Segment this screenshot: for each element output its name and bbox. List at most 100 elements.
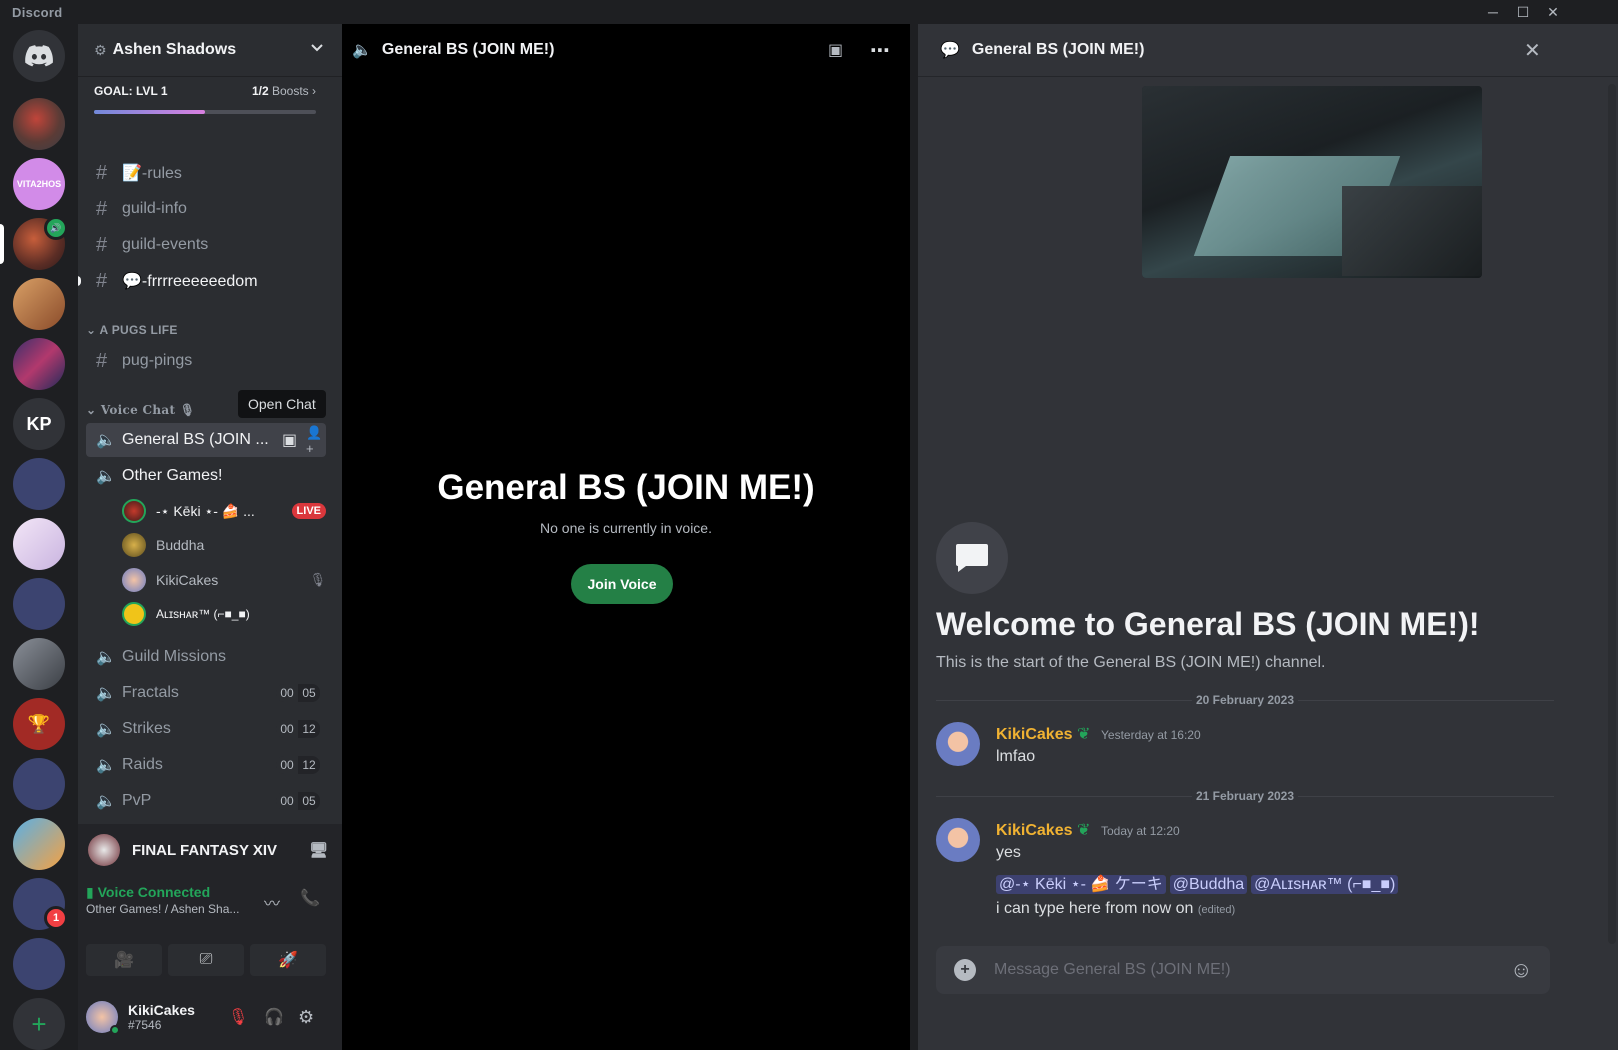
chat-scrollbar[interactable]: [1608, 84, 1616, 944]
popout-icon[interactable]: ▣: [828, 40, 843, 60]
speaker-icon: 🔈: [96, 468, 116, 485]
channel-pug-pings[interactable]: # pug-pings: [86, 344, 334, 378]
server-icon-torii[interactable]: [13, 278, 65, 330]
camera-button[interactable]: 🎥: [86, 944, 162, 976]
channel-freedom[interactable]: # 💬-frrrreeeeeedom: [86, 264, 334, 298]
server-icon-fox[interactable]: [13, 818, 65, 870]
voice-channel-general[interactable]: 🔈 General BS (JOIN ... ▣ 👤+: [86, 423, 326, 457]
message-input[interactable]: [994, 946, 1494, 994]
server-icon-vita[interactable]: VITA2HOS: [13, 158, 65, 210]
voice-channel-fractals[interactable]: 🔈 Fractals 00 05: [86, 676, 334, 710]
activity-bar[interactable]: FINAL FANTASY XIV 🖥: [78, 824, 342, 876]
user-limit-counter: 00 12: [276, 756, 320, 774]
voice-panel: ▮ Voice Connected Other Games! / Ashen S…: [78, 876, 342, 1050]
disconnect-icon[interactable]: 📞: [300, 888, 320, 908]
chat-header: 💬 General BS (JOIN ME!) ✕: [918, 24, 1618, 76]
server-icon-bottle[interactable]: [13, 638, 65, 690]
maximize-button[interactable]: ☐: [1508, 2, 1538, 22]
message-text: i can type here from now on (edited): [996, 900, 1235, 918]
mute-icon[interactable]: 🎙: [228, 1007, 248, 1027]
mention-buddha[interactable]: @Buddha: [1169, 875, 1248, 894]
server-vita-label: VITA2HOS: [16, 179, 62, 189]
close-icon[interactable]: ✕: [1524, 38, 1541, 63]
welcome-title: Welcome to General BS (JOIN ME!)!: [936, 606, 1480, 642]
voice-channel-general-label: General BS (JOIN ...: [122, 431, 269, 448]
join-voice-button[interactable]: Join Voice: [571, 564, 673, 604]
voice-status[interactable]: ▮ Voice Connected: [86, 884, 210, 901]
close-window-button[interactable]: ✕: [1538, 2, 1568, 22]
mention-alishar[interactable]: @Aʟɪsʜᴀʀ™ (⌐■_■): [1251, 875, 1399, 894]
channel-guild-info[interactable]: # guild-info: [86, 192, 334, 226]
stage-header: 🔈 General BS (JOIN ME!) ▣ ⋯: [342, 24, 910, 76]
voice-channel-strikes[interactable]: 🔈 Strikes 00 12: [86, 712, 334, 746]
voice-channel-guild-missions[interactable]: 🔈 Guild Missions: [86, 640, 334, 674]
voice-user-kikicakes-label: KikiCakes: [156, 572, 219, 588]
headphones-icon[interactable]: 🎧: [264, 1007, 284, 1027]
more-options-icon[interactable]: ⋯: [870, 38, 890, 63]
invite-user-icon[interactable]: 👤+: [306, 425, 326, 456]
speaker-icon: 🔈: [96, 721, 116, 738]
welcome-chat-icon: [936, 522, 1008, 594]
channel-guild-info-label: guild-info: [122, 200, 187, 217]
counter-limit: 05: [298, 684, 320, 702]
category-voice-chat[interactable]: ⌄ Voice Chat 🎙: [86, 403, 195, 417]
rocket-icon: 🚀: [278, 952, 298, 969]
server-icon-red-mask[interactable]: [13, 98, 65, 150]
welcome-subtitle: This is the start of the General BS (JOI…: [936, 654, 1326, 671]
add-attachment-icon[interactable]: +: [954, 959, 976, 981]
message-avatar[interactable]: [936, 722, 980, 766]
activities-button[interactable]: 🚀: [250, 944, 326, 976]
message-timestamp: Yesterday at 16:20: [1101, 728, 1201, 742]
minimize-button[interactable]: ─: [1478, 2, 1508, 22]
server-name: Ashen Shadows: [112, 41, 237, 58]
server-folder-5[interactable]: [13, 938, 65, 990]
server-settings-icon: ⚙: [94, 41, 107, 58]
server-icon-kp[interactable]: KP: [13, 398, 65, 450]
counter-current: 00: [276, 756, 298, 774]
boost-progress-bar: [94, 110, 316, 114]
speaker-icon: 🔈: [96, 793, 116, 810]
server-icon-city[interactable]: [13, 338, 65, 390]
server-icon-anime[interactable]: [13, 518, 65, 570]
message-author-label: KikiCakes: [996, 822, 1073, 839]
server-header[interactable]: ⚙ Ashen Shadows: [78, 24, 342, 76]
voice-channel-other-games[interactable]: 🔈 Other Games!: [86, 459, 334, 493]
server-icon-trophy[interactable]: 🏆: [13, 698, 65, 750]
server-folder-3[interactable]: [13, 758, 65, 810]
discord-home-icon[interactable]: [13, 30, 65, 82]
message-text: yes: [996, 844, 1021, 861]
emoji-icon[interactable]: ☺: [1510, 957, 1532, 983]
gear-icon[interactable]: ⚙: [298, 1007, 314, 1028]
date-divider-label: 21 February 2023: [1191, 789, 1299, 803]
channel-rules[interactable]: # 📝-rules: [86, 156, 334, 190]
voice-user-alishar[interactable]: Aʟɪsʜᴀʀ™ (⌐■_■): [122, 598, 334, 630]
message-author[interactable]: KikiCakes ❦: [996, 724, 1090, 744]
message-composer: + ☺: [936, 946, 1550, 994]
voice-channel-raids[interactable]: 🔈 Raids 00 12: [86, 748, 334, 782]
category-voice-label: Voice Chat 🎙: [100, 403, 196, 417]
noise-suppression-icon[interactable]: 〰: [264, 890, 280, 914]
category-pugs-life[interactable]: ⌄ A PUGS LIFE: [86, 323, 178, 337]
voice-user-keki-label: -⋆ Kēki ⋆- 🍰 ...: [156, 502, 255, 519]
voice-location[interactable]: Other Games! / Ashen Sha...: [86, 902, 239, 916]
mention-keki[interactable]: @-⋆ Kēki ⋆- 🍰 ケーキ: [996, 875, 1166, 894]
server-folder-2[interactable]: [13, 578, 65, 630]
message-author[interactable]: KikiCakes ❦: [996, 820, 1090, 840]
voice-user-kikicakes[interactable]: KikiCakes 🎙: [122, 564, 334, 596]
voice-channel-raids-label: Raids: [122, 756, 163, 773]
user-avatar[interactable]: [86, 1001, 120, 1035]
voice-user-buddha[interactable]: Buddha: [122, 529, 334, 561]
open-chat-icon[interactable]: ▣: [282, 430, 297, 450]
server-folder-1[interactable]: [13, 458, 65, 510]
message-avatar[interactable]: [936, 818, 980, 862]
voice-channel-pvp[interactable]: 🔈 PvP 00 05: [86, 784, 334, 818]
screenshot-attachment[interactable]: [1142, 86, 1482, 278]
screenshot-weapon: [1342, 186, 1482, 276]
share-screen-button[interactable]: ⎚: [168, 944, 244, 976]
voice-user-keki[interactable]: -⋆ Kēki ⋆- 🍰 ... LIVE: [122, 495, 334, 527]
avatar: [122, 602, 146, 626]
add-server-icon[interactable]: +: [13, 998, 65, 1050]
channel-guild-events-label: guild-events: [122, 236, 209, 253]
channel-guild-events[interactable]: # guild-events: [86, 228, 334, 262]
screen-share-icon[interactable]: 🖥: [309, 841, 328, 859]
